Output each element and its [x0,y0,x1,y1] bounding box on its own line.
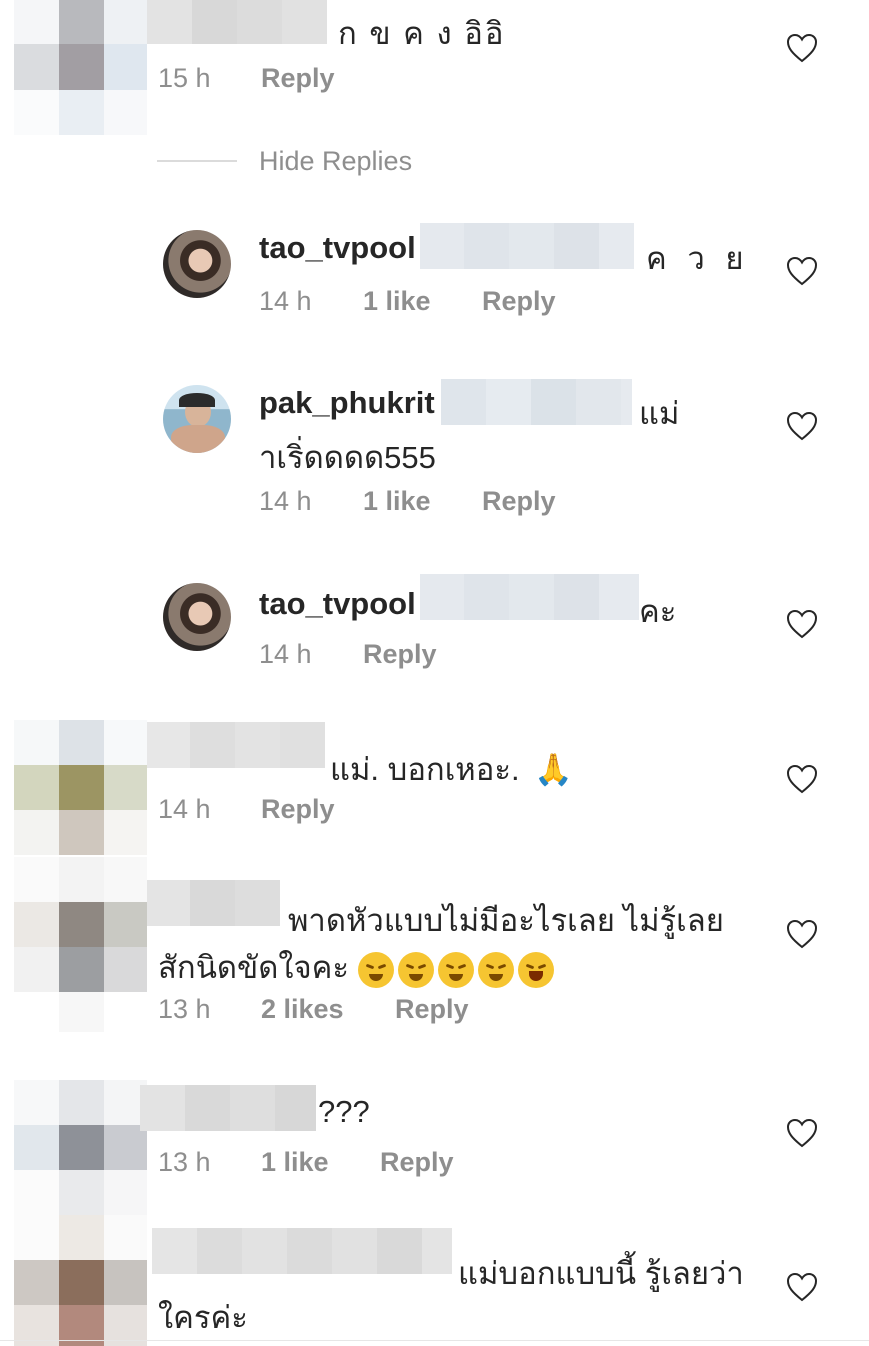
like-count[interactable]: 2 likes [261,994,344,1025]
heart-icon[interactable] [786,764,818,794]
comment-time: 15 h [158,63,211,93]
blurred-text [420,223,634,269]
blurred-text [441,379,632,425]
heart-icon[interactable] [786,1118,818,1148]
comment-text: พาดหัวแบบไม่มีอะไรเลย ไม่รู้เลย [288,903,724,938]
blurred-username [152,1228,452,1274]
divider-line [157,160,237,162]
comment-text: แม่. บอกเหอะ. 🙏 [330,744,573,794]
username[interactable]: tao_tvpool [259,230,416,266]
laugh-tears-emoji [517,951,554,988]
reply-time: 14 h [259,486,312,516]
avatar[interactable] [163,385,231,453]
hide-replies-label[interactable]: Hide Replies [259,146,412,177]
reply-time: 14 h [259,286,312,316]
blurred-username [147,0,327,44]
heart-icon[interactable] [786,411,818,441]
reply-text: ค ว ย [646,241,750,276]
reply-button[interactable]: Reply [363,639,437,670]
avatar[interactable] [163,230,231,298]
bottom-divider [0,1340,869,1341]
heart-icon[interactable] [786,256,818,286]
steam-face-emoji [397,951,434,988]
comment-text-body: แม่. บอกเหอะ. [330,752,520,787]
heart-icon[interactable] [786,919,818,949]
reply-text-line2: าเริ่ดดดด555 [259,440,436,475]
comment-text: แม่บอกแบบนี้ รู้เลยว่า [458,1256,744,1291]
reply-button[interactable]: Reply [395,994,469,1025]
reply-button[interactable]: Reply [261,794,335,825]
blurred-text [420,574,639,620]
reply-button[interactable]: Reply [482,286,556,317]
username[interactable]: tao_tvpool [259,586,416,622]
heart-icon[interactable] [786,33,818,63]
pray-emoji: 🙏 [534,752,573,787]
comment-time: 13 h [158,1147,211,1177]
reply-text: คะ [639,594,677,629]
blurred-username [140,1085,316,1131]
reply-button[interactable]: Reply [380,1147,454,1178]
steam-face-emoji [357,951,394,988]
username[interactable]: pak_phukrit [259,385,435,421]
steam-face-emoji [437,951,474,988]
blurred-username [147,880,280,926]
comment-text-line2: ใครค่ะ [158,1300,248,1335]
reply-text: แม่ [639,396,680,431]
comment-text: ??? [318,1094,370,1129]
reply-button[interactable]: Reply [482,486,556,517]
like-count[interactable]: 1 like [363,486,431,517]
comment-time: 14 h [158,794,211,824]
avatar[interactable] [163,583,231,651]
comment-text: ก ข ค ง อิอิ [338,16,506,51]
like-count[interactable]: 1 like [363,286,431,317]
reply-time: 14 h [259,639,312,669]
like-count[interactable]: 1 like [261,1147,329,1178]
heart-icon[interactable] [786,1272,818,1302]
reply-button[interactable]: Reply [261,63,335,94]
blurred-username [147,722,325,768]
comment-time: 13 h [158,994,211,1024]
comment-text-line2-body: สักนิดขัดใจคะ [158,950,350,985]
steam-face-emoji [477,951,514,988]
comment-text-line2: สักนิดขัดใจคะ [158,942,558,992]
heart-icon[interactable] [786,609,818,639]
